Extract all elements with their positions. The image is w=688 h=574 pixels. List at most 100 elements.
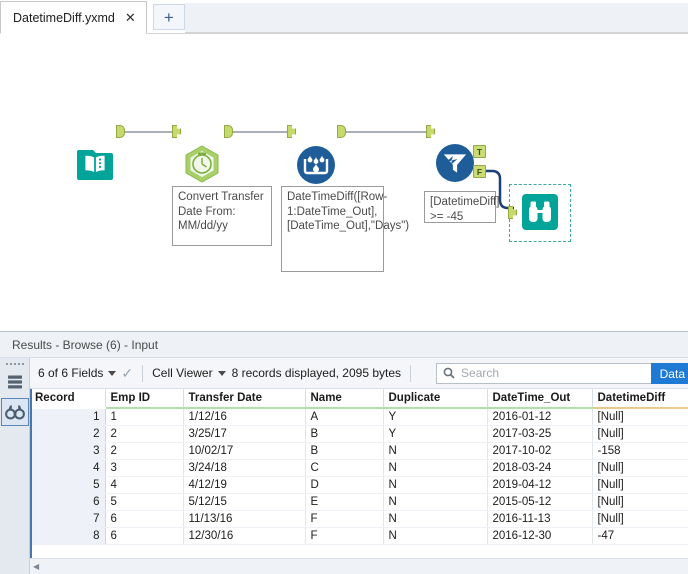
cell-transfer-date[interactable]: 5/12/15 <box>183 493 306 511</box>
cell-name[interactable]: A <box>305 408 384 426</box>
cell-datetimediff[interactable]: -158 <box>592 442 688 460</box>
cell-datetimediff[interactable]: [Null] <box>592 510 688 528</box>
cell-emp-id[interactable]: 2 <box>105 442 184 460</box>
cell-record[interactable]: 6 <box>30 493 106 511</box>
cell-datetime-out[interactable]: 2015-05-12 <box>487 493 593 511</box>
annotation-datetime[interactable]: Convert Transfer Date From: MM/dd/yy <box>172 186 272 246</box>
column-header-emp-id[interactable]: Emp ID <box>105 389 184 409</box>
chevron-down-icon[interactable] <box>108 370 117 376</box>
cell-record[interactable]: 8 <box>30 527 106 545</box>
annotation-multi-row-formula[interactable]: DateTimeDiff([Row-1:DateTime_Out], [Date… <box>281 186 409 272</box>
cell-name[interactable]: D <box>305 476 384 494</box>
horizontal-scrollbar[interactable]: ◀ <box>30 558 688 574</box>
cell-name[interactable]: F <box>305 527 384 545</box>
cell-datetime-out[interactable]: 2016-12-30 <box>487 527 593 545</box>
rail-drag-handle[interactable] <box>0 358 29 366</box>
connection-input-to-datetime[interactable] <box>118 131 180 133</box>
column-header-name[interactable]: Name <box>305 389 384 409</box>
column-header-duplicate[interactable]: Duplicate <box>383 389 488 409</box>
close-icon[interactable]: ✕ <box>125 11 136 24</box>
output-anchor-multi-row-formula[interactable] <box>337 125 346 138</box>
cell-transfer-date[interactable]: 10/02/17 <box>183 442 306 460</box>
cell-duplicate[interactable]: N <box>383 442 488 460</box>
input-anchor-multi-row-formula[interactable] <box>287 125 296 138</box>
filter-true-port[interactable]: T <box>473 145 486 158</box>
tool-browse[interactable] <box>520 192 560 232</box>
data-button[interactable]: Data <box>650 363 688 384</box>
table-row[interactable]: 6 5 5/12/15 E N 2015-05-12 [Null] <box>30 493 688 511</box>
column-header-datetime-out[interactable]: DateTime_Out <box>487 389 593 409</box>
table-row[interactable]: 5 4 4/12/19 D N 2019-04-12 [Null] <box>30 476 688 494</box>
fields-selector[interactable]: 6 of 6 Fields ✓ <box>38 365 133 382</box>
cell-emp-id[interactable]: 4 <box>105 476 184 494</box>
cell-name[interactable]: C <box>305 459 384 477</box>
chevron-down-icon-2[interactable] <box>217 370 226 376</box>
cell-duplicate[interactable]: N <box>383 459 488 477</box>
cell-duplicate[interactable]: N <box>383 510 488 528</box>
cell-viewer-selector[interactable]: Cell Viewer <box>152 366 226 380</box>
cell-datetimediff[interactable]: [Null] <box>592 408 688 426</box>
cell-datetime-out[interactable]: 2016-11-13 <box>487 510 593 528</box>
column-header-datetimediff[interactable]: DatetimeDiff <box>592 389 688 409</box>
table-row[interactable]: 3 2 10/02/17 B N 2017-10-02 -158 <box>30 442 688 460</box>
cell-name[interactable]: B <box>305 425 384 443</box>
cell-datetime-out[interactable]: 2016-01-12 <box>487 408 593 426</box>
cell-record[interactable]: 4 <box>30 459 106 477</box>
workflow-canvas[interactable]: Convert Transfer Date From: MM/dd/yy Dat… <box>0 34 688 331</box>
cell-transfer-date[interactable]: 11/13/16 <box>183 510 306 528</box>
cell-datetimediff[interactable]: [Null] <box>592 476 688 494</box>
cell-transfer-date[interactable]: 3/25/17 <box>183 425 306 443</box>
column-header-record[interactable]: Record <box>30 389 106 409</box>
binoculars-icon[interactable] <box>1 398 29 426</box>
connection-multirow-to-filter[interactable] <box>338 131 432 133</box>
tool-datetime[interactable] <box>180 142 224 186</box>
tool-multi-row-formula[interactable] <box>295 144 337 186</box>
input-anchor-filter[interactable] <box>426 125 435 138</box>
cell-datetime-out[interactable]: 2019-04-12 <box>487 476 593 494</box>
connection-datetime-to-multirow[interactable] <box>232 131 294 133</box>
cell-datetimediff[interactable]: [Null] <box>592 459 688 477</box>
table-icon[interactable] <box>1 368 29 396</box>
scroll-left-icon[interactable]: ◀ <box>33 562 39 571</box>
cell-datetimediff[interactable]: -47 <box>592 527 688 545</box>
cell-datetimediff[interactable]: [Null] <box>592 493 688 511</box>
cell-record[interactable]: 3 <box>30 442 106 460</box>
cell-duplicate[interactable]: N <box>383 527 488 545</box>
cell-name[interactable]: E <box>305 493 384 511</box>
cell-emp-id[interactable]: 6 <box>105 510 184 528</box>
cell-duplicate[interactable]: Y <box>383 425 488 443</box>
cell-emp-id[interactable]: 5 <box>105 493 184 511</box>
cell-emp-id[interactable]: 1 <box>105 408 184 426</box>
table-row[interactable]: 4 3 3/24/18 C N 2018-03-24 [Null] <box>30 459 688 477</box>
table-row[interactable]: 1 1 1/12/16 A Y 2016-01-12 [Null] <box>30 408 688 426</box>
table-row[interactable]: 2 2 3/25/17 B Y 2017-03-25 [Null] <box>30 425 688 443</box>
filter-false-port[interactable]: F <box>473 165 486 178</box>
cell-emp-id[interactable]: 6 <box>105 527 184 545</box>
cell-datetime-out[interactable]: 2017-10-02 <box>487 442 593 460</box>
cell-datetimediff[interactable]: [Null] <box>592 425 688 443</box>
cell-transfer-date[interactable]: 1/12/16 <box>183 408 306 426</box>
cell-record[interactable]: 2 <box>30 425 106 443</box>
cell-transfer-date[interactable]: 3/24/18 <box>183 459 306 477</box>
cell-emp-id[interactable]: 2 <box>105 425 184 443</box>
input-anchor-datetime[interactable] <box>172 125 181 138</box>
cell-datetime-out[interactable]: 2017-03-25 <box>487 425 593 443</box>
cell-name[interactable]: F <box>305 510 384 528</box>
output-anchor-datetime[interactable] <box>224 125 233 138</box>
cell-transfer-date[interactable]: 12/30/16 <box>183 527 306 545</box>
table-row[interactable]: 8 6 12/30/16 F N 2016-12-30 -47 <box>30 527 688 545</box>
cell-duplicate[interactable]: N <box>383 493 488 511</box>
cell-transfer-date[interactable]: 4/12/19 <box>183 476 306 494</box>
new-tab-button[interactable]: + <box>152 4 185 30</box>
tool-filter[interactable] <box>434 142 476 184</box>
cell-duplicate[interactable]: N <box>383 476 488 494</box>
results-grid[interactable]: Record Emp ID Transfer Date Name Duplica… <box>30 389 688 559</box>
table-row[interactable]: 7 6 11/13/16 F N 2016-11-13 [Null] <box>30 510 688 528</box>
check-icon[interactable]: ✓ <box>121 365 133 382</box>
tool-input-data[interactable] <box>75 144 115 184</box>
column-header-transfer-date[interactable]: Transfer Date <box>183 389 306 409</box>
cell-emp-id[interactable]: 3 <box>105 459 184 477</box>
cell-datetime-out[interactable]: 2018-03-24 <box>487 459 593 477</box>
cell-record[interactable]: 5 <box>30 476 106 494</box>
cell-record[interactable]: 7 <box>30 510 106 528</box>
